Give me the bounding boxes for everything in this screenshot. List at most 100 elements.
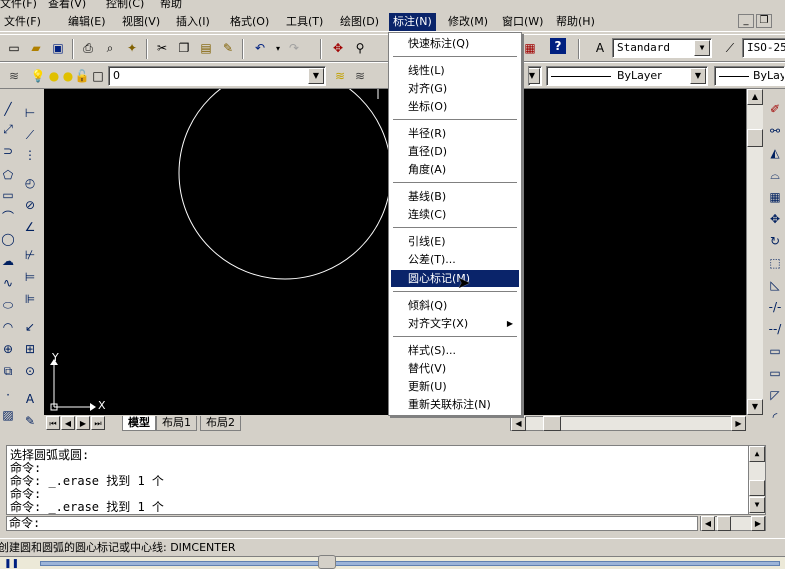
menu-item-reassociate[interactable]: 重新关联标注(N)	[391, 396, 519, 413]
chevron-down-icon[interactable]: ▼	[308, 68, 324, 84]
make-block-icon[interactable]: ⧉	[0, 362, 16, 380]
scroll-down-icon[interactable]: ▼	[747, 399, 763, 415]
undo-icon[interactable]: ↶	[250, 38, 270, 58]
mirror-icon[interactable]: ◭	[767, 144, 783, 162]
layer-previous-icon[interactable]: ≋	[350, 66, 370, 86]
menu-item-align-text[interactable]: 对齐文字(X) ▶	[391, 315, 519, 332]
hatch-icon[interactable]: ▨	[0, 406, 16, 424]
save-icon[interactable]: ▣	[48, 38, 68, 58]
first-tab-icon[interactable]: ⏮	[46, 416, 60, 430]
top-menu-control[interactable]: 控制(C)	[106, 0, 144, 9]
zoom-realtime-icon[interactable]: ⚲	[350, 38, 370, 58]
trim-icon[interactable]: -/-	[767, 298, 783, 316]
chevron-down-icon[interactable]: ▼	[694, 40, 710, 56]
pan-icon[interactable]: ✥	[328, 38, 348, 58]
menu-file[interactable]: 文件(F)	[0, 13, 45, 31]
scroll-thumb[interactable]	[747, 129, 763, 147]
offset-icon[interactable]: ⌓	[767, 166, 783, 184]
dimension-edit-icon[interactable]: A	[22, 390, 38, 408]
help-icon[interactable]: ?	[550, 38, 566, 54]
scroll-up-icon[interactable]: ▲	[747, 89, 763, 105]
menu-item-leader[interactable]: 引线(E)	[391, 233, 519, 250]
print-preview-icon[interactable]: ⌕	[100, 38, 120, 58]
menu-item-ordinate[interactable]: 坐标(O)	[391, 98, 519, 115]
erase-icon[interactable]: ✐	[767, 100, 783, 118]
block-editor-icon[interactable]: ▦	[520, 38, 540, 58]
radius-dimension-icon[interactable]: ◴	[22, 174, 38, 192]
move-icon[interactable]: ✥	[767, 210, 783, 228]
top-menu-file[interactable]: 文件(F)	[0, 0, 37, 9]
break-icon[interactable]: ▭	[767, 342, 783, 360]
join-icon[interactable]: ▭	[767, 364, 783, 382]
menu-modify[interactable]: 修改(M)	[444, 13, 492, 31]
revision-cloud-icon[interactable]: ☁	[0, 252, 16, 270]
menu-help[interactable]: 帮助(H)	[552, 13, 599, 31]
menu-item-diameter[interactable]: 直径(D)	[391, 143, 519, 160]
playback-track[interactable]	[40, 561, 780, 566]
copy-icon[interactable]: ❐	[174, 38, 194, 58]
scroll-thumb[interactable]	[543, 416, 561, 431]
menu-item-continue[interactable]: 连续(C)	[391, 206, 519, 223]
scroll-left-icon[interactable]: ◀	[701, 516, 715, 531]
print-icon[interactable]: ⎙	[78, 38, 98, 58]
color-combo[interactable]: ▼	[528, 66, 542, 86]
menu-item-baseline[interactable]: 基线(B)	[391, 188, 519, 205]
chevron-down-icon[interactable]: ▼	[529, 68, 540, 84]
menu-item-style[interactable]: 样式(S)...	[391, 342, 519, 359]
ordinate-dimension-icon[interactable]: ⋮	[22, 146, 38, 164]
command-horizontal-scrollbar[interactable]: ◀ ▶	[700, 516, 766, 531]
restore-button[interactable]: ❐	[756, 14, 772, 28]
arc-icon[interactable]: ⌒	[0, 208, 16, 226]
next-tab-icon[interactable]: ▶	[76, 416, 90, 430]
dim-style-icon[interactable]: ⟋	[720, 38, 740, 58]
dimension-text-edit-icon[interactable]: ✎	[22, 412, 38, 430]
spline-icon[interactable]: ∿	[0, 274, 16, 292]
drawn-circle[interactable]	[178, 89, 392, 280]
stretch-icon[interactable]: ◺	[767, 276, 783, 294]
baseline-dimension-icon[interactable]: ⊨	[22, 268, 38, 286]
angular-dimension-icon[interactable]: ∠	[22, 218, 38, 236]
menu-item-aligned[interactable]: 对齐(G)	[391, 80, 519, 97]
canvas-vertical-scrollbar[interactable]: ▲ ▼	[746, 89, 763, 415]
menu-tools[interactable]: 工具(T)	[282, 13, 327, 31]
text-style-icon[interactable]: A	[590, 38, 610, 58]
leader-icon[interactable]: ↙	[22, 318, 38, 336]
open-file-icon[interactable]: ▰	[26, 38, 46, 58]
circle-icon[interactable]: ◯	[0, 230, 16, 248]
playback-slider[interactable]	[318, 555, 336, 569]
scroll-left-icon[interactable]: ◀	[511, 416, 526, 431]
point-icon[interactable]: ·	[0, 386, 16, 404]
scale-icon[interactable]: ⬚	[767, 254, 783, 272]
construction-line-icon[interactable]: ⤢	[0, 120, 16, 138]
text-style-combo[interactable]: Standard ▼	[612, 38, 712, 58]
menu-window[interactable]: 窗口(W)	[498, 13, 547, 31]
pause-icon[interactable]: ❚❚	[4, 559, 19, 569]
match-properties-icon[interactable]: ✎	[218, 38, 238, 58]
top-menu-view[interactable]: 查看(V)	[48, 0, 86, 9]
fillet-icon[interactable]: ◜	[767, 408, 783, 426]
paste-icon[interactable]: ▤	[196, 38, 216, 58]
command-scrollbar[interactable]: ▲ ▼	[748, 446, 765, 514]
chamfer-icon[interactable]: ◸	[767, 386, 783, 404]
line-icon[interactable]: ╱	[0, 100, 16, 118]
linear-dimension-icon[interactable]: ⊢	[22, 104, 38, 122]
tab-layout1[interactable]: 布局1	[156, 416, 197, 431]
scroll-right-icon[interactable]: ▶	[731, 416, 746, 431]
cut-icon[interactable]: ✂	[152, 38, 172, 58]
canvas-horizontal-scrollbar[interactable]: ◀ ▶	[510, 416, 746, 431]
layer-manager-icon[interactable]: ≋	[4, 66, 24, 86]
menu-item-angular[interactable]: 角度(A)	[391, 161, 519, 178]
menu-item-update[interactable]: 更新(U)	[391, 378, 519, 395]
lineweight-combo[interactable]: ByLay	[714, 66, 785, 86]
menu-edit[interactable]: 编辑(E)	[64, 13, 110, 31]
menu-format[interactable]: 格式(O)	[226, 13, 273, 31]
menu-item-center-mark[interactable]: 圆心标记(M)	[391, 270, 519, 287]
scroll-right-icon[interactable]: ▶	[751, 516, 765, 531]
menu-item-linear[interactable]: 线性(L)	[391, 62, 519, 79]
new-file-icon[interactable]: ▭	[4, 38, 24, 58]
chevron-down-icon[interactable]: ▼	[690, 68, 706, 84]
menu-item-radius[interactable]: 半径(R)	[391, 125, 519, 142]
publish-icon[interactable]: ✦	[122, 38, 142, 58]
linetype-combo[interactable]: ByLayer ▼	[546, 66, 708, 86]
rotate-icon[interactable]: ↻	[767, 232, 783, 250]
